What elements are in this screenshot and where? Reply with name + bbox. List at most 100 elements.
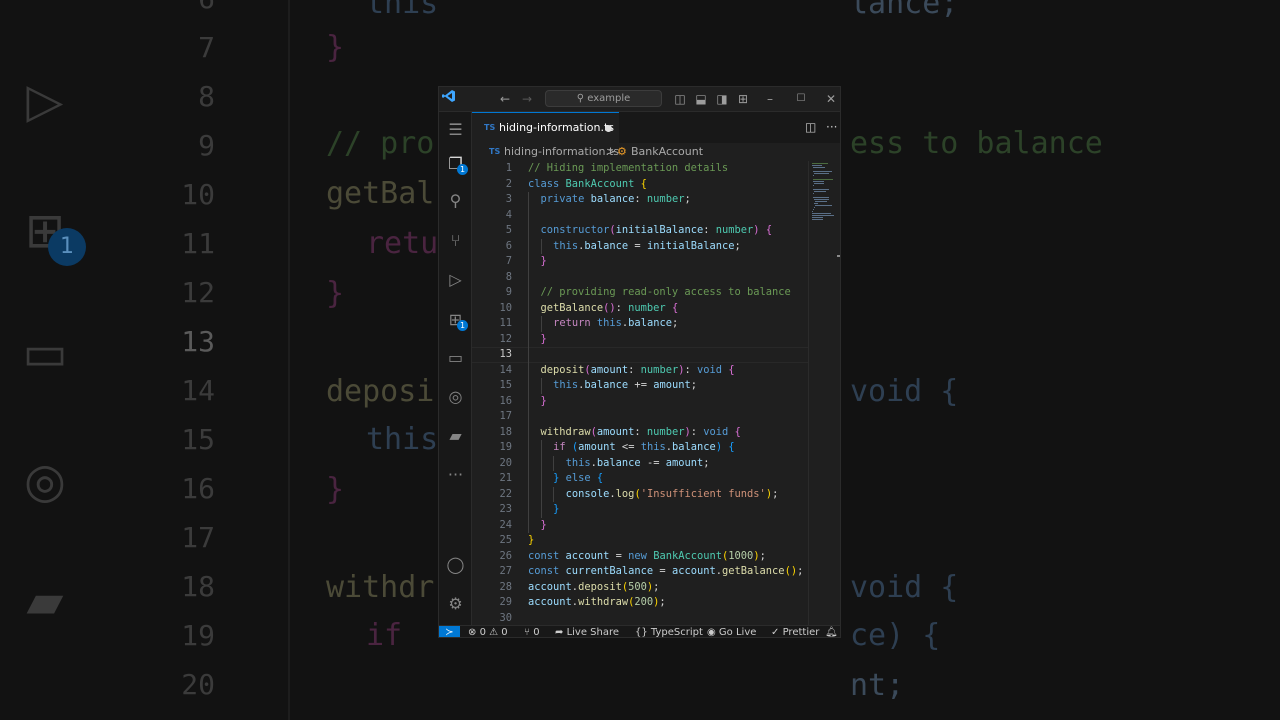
code-text: if (amount <= this.balance) {: [553, 441, 735, 453]
unsaved-dot-icon[interactable]: [605, 125, 612, 132]
line-number: 29: [499, 596, 512, 608]
tab-hiding-information[interactable]: TS hiding-information.ts: [472, 112, 619, 143]
line-number: 22: [499, 487, 512, 500]
code-line[interactable]: 5 constructor(initialBalance: number) {: [472, 223, 808, 239]
customize-layout-icon[interactable]: ⊞: [735, 87, 751, 111]
vertical-scrollbar[interactable]: [837, 161, 840, 625]
problems-indicator[interactable]: ⊗ 0 ⚠ 0: [468, 626, 508, 638]
minimap-line: [813, 171, 832, 172]
git-graph-icon[interactable]: ◎: [439, 379, 472, 413]
code-line[interactable]: 20 this.balance -= amount;: [472, 456, 808, 472]
code-line[interactable]: 6 this.balance = initialBalance;: [472, 239, 808, 255]
code-line[interactable]: 24 }: [472, 518, 808, 534]
code-line[interactable]: 7 }: [472, 254, 808, 270]
command-center-search[interactable]: ⚲ example: [545, 90, 662, 107]
background-code: }: [326, 30, 345, 65]
code-line[interactable]: 30: [472, 611, 808, 626]
code-line[interactable]: 9 // providing read-only access to balan…: [472, 285, 808, 301]
code-line[interactable]: 25}: [472, 533, 808, 549]
code-line[interactable]: 2 class BankAccount {: [472, 177, 808, 193]
vscode-window: ← → ⚲ example ◫ ⬓ ◨ ⊞ – ☐ ✕ ☰ ❐ 1 ⚲ ⑂ ▷ …: [438, 86, 841, 638]
background-code: void {: [850, 374, 959, 409]
line-number: 13: [499, 348, 512, 360]
remote-indicator-icon[interactable]: ≻: [439, 626, 460, 637]
maximize-icon[interactable]: ☐: [793, 87, 809, 111]
toggle-sidebar-icon[interactable]: ◫: [672, 87, 688, 111]
breadcrumb-symbol[interactable]: BankAccount: [631, 145, 703, 158]
code-line[interactable]: 11 return this.balance;: [472, 316, 808, 332]
minimap-line: [813, 179, 833, 180]
prettier-button[interactable]: ✓ Prettier: [771, 626, 819, 637]
code-line[interactable]: 26 const account = new BankAccount(1000);: [472, 549, 808, 565]
indent-guide: [540, 440, 542, 518]
code-line[interactable]: 17: [472, 409, 808, 425]
explorer-icon[interactable]: ❐ 1: [439, 146, 472, 180]
code-line[interactable]: 13: [472, 347, 808, 363]
source-control-icon[interactable]: ⑂: [439, 223, 472, 257]
warning-count: 0: [501, 627, 508, 638]
search-icon[interactable]: ⚲: [439, 183, 472, 217]
code-line[interactable]: 4: [472, 208, 808, 224]
accounts-icon[interactable]: ◯: [439, 547, 472, 581]
go-live-button[interactable]: ◉ Go Live: [707, 626, 756, 638]
code-line[interactable]: 21 } else {: [472, 471, 808, 487]
background-code: if: [366, 618, 403, 653]
language-indicator[interactable]: {} TypeScript: [635, 626, 703, 637]
toggle-secondary-sidebar-icon[interactable]: ◨: [714, 87, 730, 111]
live-share-button[interactable]: ➦ Live Share: [555, 626, 619, 637]
line-number: 12: [499, 332, 512, 345]
code-line[interactable]: 19 if (amount <= this.balance) {: [472, 440, 808, 456]
code-text: }: [540, 332, 547, 345]
code-line[interactable]: 1 // Hiding implementation details: [472, 161, 808, 177]
code-line[interactable]: 28 account.deposit(500);: [472, 580, 808, 596]
minimap-line: [812, 217, 823, 218]
code-line[interactable]: 8: [472, 270, 808, 286]
docker-icon[interactable]: ▰: [439, 418, 472, 452]
settings-gear-icon[interactable]: ⚙: [439, 586, 472, 620]
code-line[interactable]: 23 }: [472, 502, 808, 518]
arrow-right-icon[interactable]: →: [519, 87, 535, 111]
remote-explorer-icon[interactable]: ▭: [439, 340, 472, 374]
line-number: 4: [505, 208, 512, 221]
minimap-line: [812, 211, 813, 212]
minimap-line: [813, 181, 824, 182]
line-number: 28: [499, 580, 512, 593]
more-actions-icon[interactable]: ···: [826, 112, 837, 143]
toggle-panel-icon[interactable]: ⬓: [693, 87, 709, 111]
code-line[interactable]: 12 }: [472, 332, 808, 348]
line-number: 9: [505, 286, 512, 298]
minimap-line: [812, 215, 834, 216]
code-line[interactable]: 10 getBalance(): number {: [472, 301, 808, 317]
extensions-icon[interactable]: ⊞ 1: [439, 302, 472, 336]
code-line[interactable]: 22 console.log('Insufficient funds');: [472, 487, 808, 503]
code-text: }: [540, 394, 547, 407]
menu-icon[interactable]: ☰: [439, 112, 472, 146]
code-line[interactable]: 15 this.balance += amount;: [472, 378, 808, 394]
close-icon[interactable]: ✕: [823, 87, 839, 111]
background-code: ess to balance: [850, 126, 1103, 161]
minimap-line: [812, 213, 831, 214]
code-text: const currentBalance = account.getBalanc…: [528, 565, 804, 577]
split-editor-icon[interactable]: ◫: [805, 112, 816, 143]
arrow-left-icon[interactable]: ←: [497, 87, 513, 111]
title-bar: ← → ⚲ example ◫ ⬓ ◨ ⊞ – ☐ ✕: [439, 87, 840, 112]
class-symbol-icon: ⚙: [617, 145, 627, 158]
minimap-line: [814, 183, 824, 184]
code-line[interactable]: 3 private balance: number;: [472, 192, 808, 208]
notifications-bell-icon[interactable]: 🔔︎: [825, 626, 838, 637]
code-line[interactable]: 16 }: [472, 394, 808, 410]
minimap[interactable]: [808, 161, 837, 625]
code-line[interactable]: 18 withdraw(amount: number): void {: [472, 425, 808, 441]
code-line[interactable]: 14 deposit(amount: number): void {: [472, 363, 808, 379]
code-line[interactable]: 27 const currentBalance = account.getBala…: [472, 564, 808, 580]
background-line-number: 11: [181, 227, 215, 260]
line-number: 2: [505, 177, 512, 190]
code-editor[interactable]: 1 // Hiding implementation details 2 class …: [472, 161, 808, 625]
ports-indicator[interactable]: ⑂ 0: [524, 626, 540, 637]
more-icon[interactable]: ···: [439, 457, 472, 491]
breadcrumb-file[interactable]: hiding-information.ts: [504, 145, 619, 158]
minimize-icon[interactable]: –: [762, 87, 778, 111]
code-line[interactable]: 29 account.withdraw(200);: [472, 595, 808, 611]
broadcast-icon: ◉: [707, 627, 716, 638]
run-debug-icon[interactable]: ▷: [439, 262, 472, 296]
